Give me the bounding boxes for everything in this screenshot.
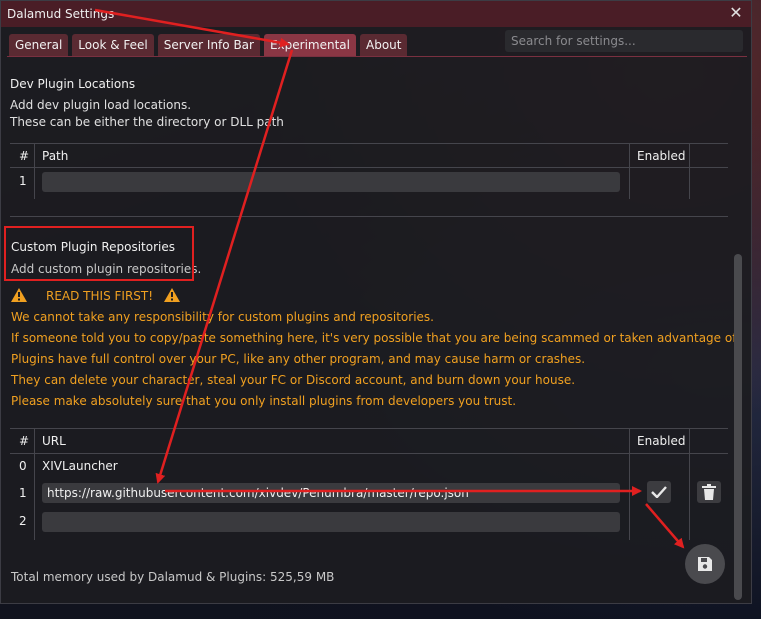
new-repo-url-input[interactable] — [42, 512, 620, 532]
table-border — [10, 453, 728, 454]
tab-general[interactable]: General — [9, 34, 69, 56]
table-border — [10, 428, 728, 429]
save-icon — [698, 557, 712, 571]
window-title: Dalamud Settings — [7, 7, 115, 21]
table-border — [629, 143, 630, 199]
tab-about[interactable]: About — [360, 34, 408, 56]
memory-usage-text: Total memory used by Dalamud & Plugins: … — [11, 570, 335, 584]
experimental-panel: Dev Plugin Locations Add dev plugin load… — [1, 57, 741, 605]
row-number: 0 — [19, 459, 27, 473]
col-header-url: URL — [42, 434, 66, 448]
close-icon[interactable]: ✕ — [727, 4, 745, 22]
warning-line: Please make absolutely sure that you onl… — [11, 394, 517, 408]
table-border — [10, 143, 728, 144]
dev-plugins-desc-2: These can be either the directory or DLL… — [10, 115, 284, 129]
warning-heading: READ THIS FIRST! — [46, 289, 154, 303]
table-border — [689, 428, 690, 540]
check-icon — [651, 486, 667, 498]
annotation-highlight-box — [4, 226, 194, 281]
warning-line: They can delete your character, steal yo… — [11, 373, 576, 387]
warning-icon — [164, 288, 180, 302]
table-border — [689, 143, 690, 199]
dev-plugins-desc-1: Add dev plugin load locations. — [10, 98, 192, 112]
row-number: 1 — [19, 174, 27, 188]
warning-icon — [11, 288, 27, 302]
col-header-num: # — [19, 434, 30, 448]
table-border — [10, 167, 728, 168]
warning-line: If someone told you to copy/paste someth… — [11, 331, 740, 345]
row-number: 1 — [19, 486, 27, 500]
warning-line: Plugins have full control over your PC, … — [11, 352, 586, 366]
enable-checkbox[interactable] — [647, 481, 671, 503]
warning-line: We cannot take any responsibility for cu… — [11, 310, 434, 324]
dev-plugin-path-input[interactable] — [42, 172, 620, 192]
delete-repo-button[interactable] — [697, 481, 721, 503]
repo-url-input[interactable]: https://raw.githubusercontent.com/xivdev… — [42, 483, 620, 503]
search-input[interactable] — [505, 30, 743, 52]
tab-look-and-feel[interactable]: Look & Feel — [72, 34, 154, 56]
col-header-enabled: Enabled — [637, 149, 686, 163]
tab-bar: General Look & Feel Server Info Bar Expe… — [9, 34, 408, 56]
col-header-enabled: Enabled — [637, 434, 686, 448]
table-border — [34, 428, 35, 540]
table-border — [34, 143, 35, 199]
dev-plugins-title: Dev Plugin Locations — [10, 77, 136, 91]
repo-url-text: XIVLauncher — [42, 459, 118, 473]
trash-icon — [702, 484, 716, 500]
tab-experimental[interactable]: Experimental — [263, 34, 356, 56]
settings-window: Dalamud Settings ✕ General Look & Feel S… — [0, 0, 752, 604]
title-bar[interactable]: Dalamud Settings ✕ — [1, 1, 751, 27]
col-header-path: Path — [42, 149, 69, 163]
col-header-num: # — [19, 149, 30, 163]
save-button[interactable] — [685, 544, 725, 584]
row-number: 2 — [19, 514, 27, 528]
scrollbar[interactable] — [734, 254, 742, 600]
tab-server-info-bar[interactable]: Server Info Bar — [157, 34, 260, 56]
table-border — [629, 428, 630, 540]
section-divider — [10, 216, 728, 217]
